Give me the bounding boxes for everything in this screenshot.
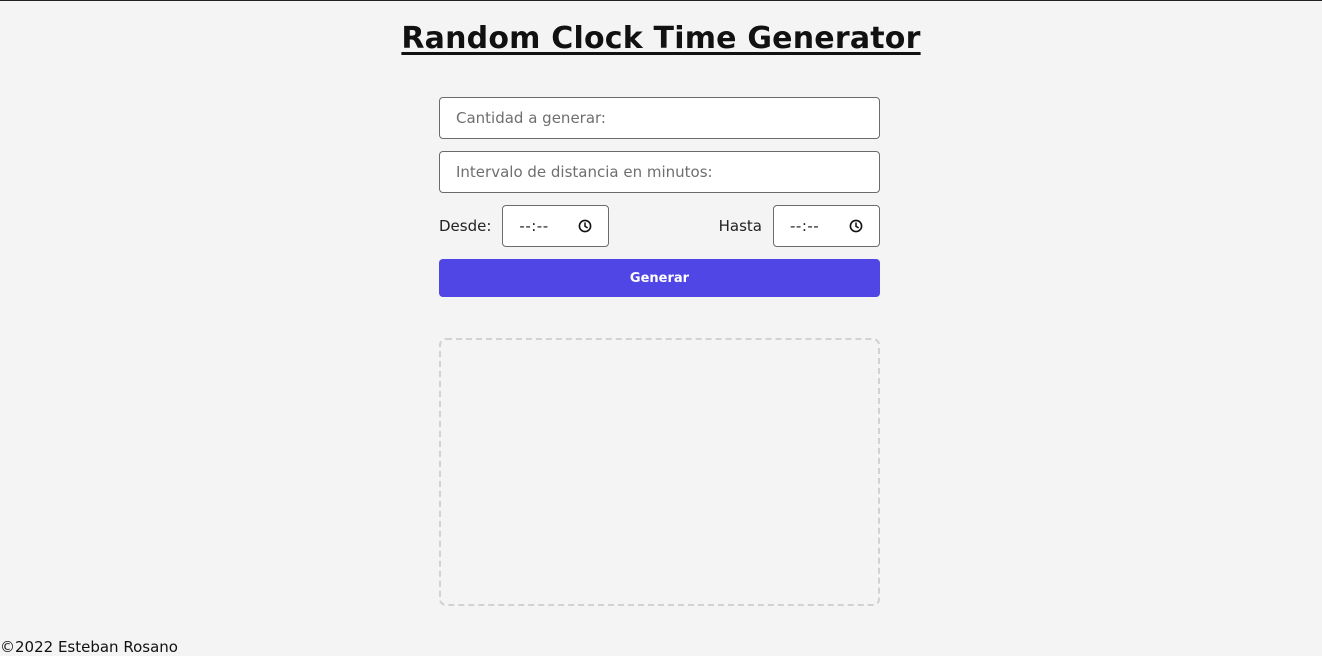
generate-button[interactable]: Generar [439, 259, 880, 297]
results-area [439, 338, 880, 606]
footer-copyright: ©2022 Esteban Rosano [0, 638, 178, 656]
to-time-input[interactable]: --:-- [773, 205, 880, 247]
to-time-value: --:-- [790, 217, 820, 235]
quantity-input[interactable] [439, 97, 880, 139]
to-time-group: Hasta --:-- [719, 205, 880, 247]
time-range-row: Desde: --:-- Hasta --:-- [439, 205, 880, 247]
from-label: Desde: [439, 217, 492, 235]
interval-input[interactable] [439, 151, 880, 193]
from-time-group: Desde: --:-- [439, 205, 610, 247]
generator-form: Desde: --:-- Hasta --:-- Generar [439, 97, 880, 297]
to-label: Hasta [718, 217, 762, 235]
from-time-input[interactable]: --:-- [502, 205, 610, 247]
clock-icon[interactable] [849, 219, 863, 233]
clock-icon[interactable] [578, 219, 592, 233]
page-title: Random Clock Time Generator [401, 21, 921, 56]
from-time-value: --:-- [519, 217, 549, 235]
